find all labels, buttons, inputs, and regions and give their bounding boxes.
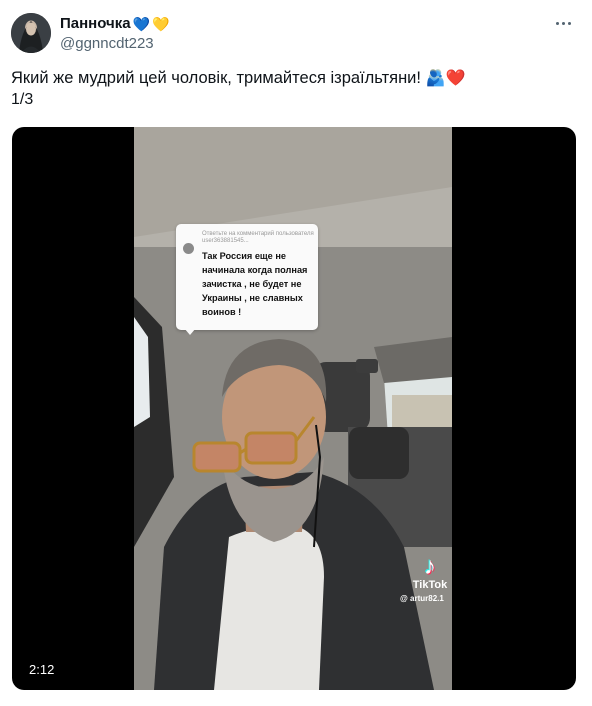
tweet-text: Який же мудрий цей чоловік, тримайтеся і… [11,66,465,91]
comment-reply-card: Ответьте на комментарий пользователя use… [176,224,318,330]
tweet: Панночка 💙 💛 @ggnncdt223 Який же мудрий … [0,0,592,706]
video-frame: Ответьте на комментарий пользователя use… [134,127,452,690]
blue-heart-icon: 💙 [132,15,151,32]
red-heart-icon: ❤️ [445,70,466,87]
comment-tail [184,328,196,335]
comment-reply-to: Ответьте на комментарий пользователя use… [202,231,314,244]
tiktok-watermark: ♪ TikTok [410,553,450,592]
user-handle[interactable]: @ggnncdt223 [60,35,154,52]
avatar[interactable] [11,13,51,53]
thread-counter: 1/3 [11,91,34,108]
tiktok-note-icon: ♪ [424,553,436,580]
comment-text: Так Россия еще не начинала когда полная … [202,251,308,317]
yellow-heart-icon: 💛 [152,15,170,32]
commenter-avatar [183,243,194,254]
video-duration: 2:12 [26,660,58,680]
video-still [134,127,452,690]
name-row: Панночка 💙 💛 [60,15,169,32]
tweet-body: Який же мудрий цей чоловік, тримайтеся і… [11,69,421,87]
hug-emoji-icon: 🫂 [425,70,446,87]
tiktok-brand: TikTok [412,579,448,591]
video-player[interactable]: Ответьте на комментарий пользователя use… [12,127,576,690]
display-name[interactable]: Панночка [60,15,131,32]
more-dots-icon[interactable] [552,12,574,34]
tiktok-username: @ artur82.1 [400,594,444,603]
